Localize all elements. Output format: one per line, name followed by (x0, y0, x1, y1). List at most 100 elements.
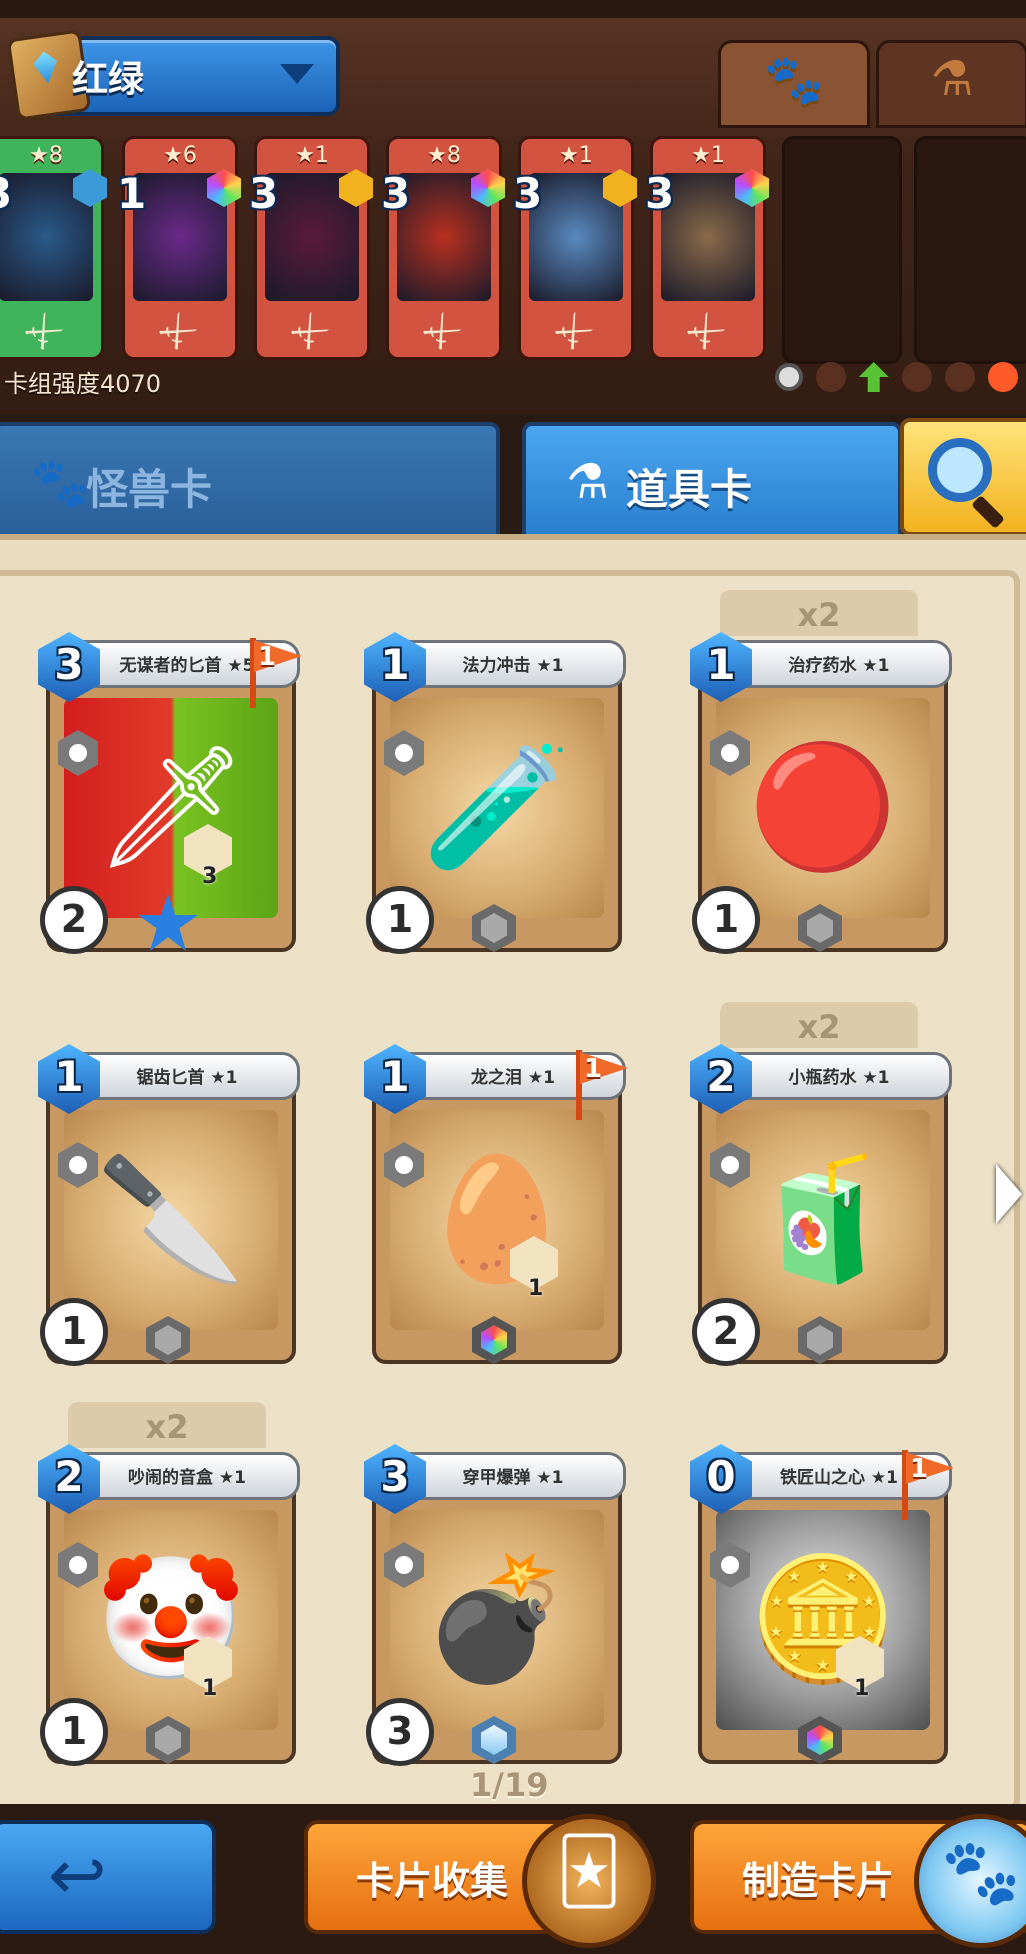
card-name: 法力冲击 ★1 (462, 656, 564, 676)
duplicate-count: x2 (797, 596, 841, 634)
card-stars: ★1 (295, 143, 329, 168)
card-art: 🔪 (64, 1110, 278, 1330)
search-button[interactable] (900, 418, 1026, 536)
fire-faction-icon (988, 362, 1018, 392)
card-cost: 0 (706, 1452, 736, 1501)
ability-value: 1 (202, 1676, 218, 1701)
tab-monster-cards[interactable]: 🐾 怪兽卡 (0, 422, 500, 540)
card-stars: ★6 (163, 143, 197, 168)
back-button[interactable]: ↩ (0, 1820, 216, 1934)
card-name-banner: 锯齿匕首 ★1 (74, 1052, 300, 1100)
bottom-bar: ↩ 卡片收集 🃏 制造卡片 🐾 (0, 1804, 1026, 1954)
beast-faction-icon (815, 362, 846, 392)
card-art: 🥚 (390, 1110, 604, 1330)
card-cost: 3 (645, 169, 675, 218)
card-cost: 3 (513, 169, 543, 218)
chevron-down-icon (280, 64, 314, 84)
tab-monster-deck[interactable]: 🐾 (718, 40, 870, 128)
item-card[interactable]: 💣 穿甲爆弹 ★1 3 3 (364, 1444, 626, 1766)
card-collection-panel: 🗡 无谋者的匕首 ★5 3 1 2 3 🧪 法力冲击 ★1 1 1 x2 🔴 治疗药水 ★1 1 1 🔪 锯齿匕… (0, 534, 1026, 1812)
card-stars: ★8 (427, 143, 461, 168)
card-stars: ★8 (29, 143, 63, 168)
deck-card[interactable]: ★8 3 ⚔ (381, 136, 505, 361)
card-stars: ★1 (559, 143, 593, 168)
item-card[interactable]: x2 🤡 吵闹的音盒 ★1 2 1 1 (38, 1402, 300, 1766)
craft-card-button[interactable]: 制造卡片 🐾 (690, 1814, 1026, 1948)
sword-icon: ⚔ (675, 303, 734, 361)
energy-badge: 2 (692, 1298, 760, 1366)
card-art: 🔴 (716, 698, 930, 918)
item-card[interactable]: x2 🧃 小瓶药水 ★1 2 2 (690, 1002, 952, 1366)
back-arrow-icon: ↩ (48, 1834, 107, 1916)
card-name-banner: 穿甲爆弹 ★1 (400, 1452, 626, 1500)
faction-icons (767, 362, 1018, 394)
card-name: 小瓶药水 ★1 (788, 1068, 890, 1088)
energy-value: 1 (386, 897, 414, 941)
green-faction-icon (858, 362, 889, 392)
item-card[interactable]: 🥚 龙之泪 ★1 1 1 1 (364, 1044, 628, 1364)
deck-card[interactable]: ★6 1 ⚔ (117, 136, 241, 361)
card-name: 穿甲爆弹 ★1 (462, 1468, 564, 1488)
energy-value: 1 (60, 1709, 88, 1753)
card-art: 🗡 (64, 698, 278, 918)
deck-selector-dropdown[interactable]: 红绿 (6, 29, 340, 121)
claw-faction-icon (901, 362, 932, 392)
deck-strength: 卡组强度4070 (4, 370, 162, 398)
card-cost: 3 (0, 169, 12, 218)
duplicate-count: x2 (797, 1008, 841, 1046)
duplicate-count: x2 (145, 1408, 189, 1446)
tab-item-deck[interactable]: ⚗ (876, 40, 1026, 128)
flag-count: 1 (584, 1054, 603, 1084)
ability-value: 3 (202, 864, 218, 889)
item-card[interactable]: 🔪 锯齿匕首 ★1 1 1 (38, 1044, 300, 1366)
empty-deck-slot[interactable] (914, 136, 1026, 364)
energy-value: 3 (386, 1709, 414, 1753)
energy-badge: 1 (40, 1298, 108, 1366)
search-icon (928, 438, 992, 502)
card-cost: 1 (380, 640, 410, 689)
flask-icon: ⚗ (930, 51, 974, 107)
deck-panel: 红绿 🐾 ⚗ ★8 3 ⚔ ★6 1 ⚔ ★1 3 ⚔ ★8 3 ⚔ ★1 3 ⚔ ★1 3 ⚔ 卡组强度4070 (0, 0, 1026, 420)
sword-icon: ⚔ (279, 303, 338, 361)
card-name: 吵闹的音盒 ★1 (128, 1468, 246, 1488)
deck-card[interactable]: ★8 3 ⚔ (0, 136, 107, 361)
flag-count: 1 (258, 642, 277, 672)
category-bar: 🐾 怪兽卡 ⚗ 道具卡 (0, 414, 1026, 540)
card-name: 锯齿匕首 ★1 (136, 1068, 238, 1088)
card-grid: 🗡 无谋者的匕首 ★5 3 1 2 3 🧪 法力冲击 ★1 1 1 x2 🔴 治疗药水 ★1 1 1 🔪 锯齿匕… (0, 570, 1020, 1812)
deck-card[interactable]: ★1 3 ⚔ (513, 136, 637, 361)
paw-jar-icon: 🐾 (914, 1814, 1026, 1948)
item-card[interactable]: 🗡 无谋者的匕首 ★5 3 1 2 3 (38, 632, 302, 954)
energy-value: 1 (712, 897, 740, 941)
card-stars: ★1 (691, 143, 725, 168)
wing-faction-icon (944, 362, 975, 392)
deck-card[interactable]: ★1 3 ⚔ (249, 136, 373, 361)
card-cost: 2 (54, 1452, 84, 1501)
deck-card-row: ★8 3 ⚔ ★6 1 ⚔ ★1 3 ⚔ ★8 3 ⚔ ★1 3 ⚔ ★1 3 ⚔ (0, 132, 1026, 364)
card-cost: 1 (54, 1052, 84, 1101)
card-name-banner: 吵闹的音盒 ★1 (74, 1452, 300, 1500)
button-label: 卡片收集 (356, 1859, 509, 1903)
card-art: 🧃 (716, 1110, 930, 1330)
energy-badge: 1 (366, 886, 434, 954)
sword-icon: ⚔ (411, 303, 470, 361)
empty-deck-slot[interactable] (782, 136, 902, 364)
tab-item-cards[interactable]: ⚗ 道具卡 (522, 422, 902, 540)
item-card[interactable]: 🧪 法力冲击 ★1 1 1 (364, 632, 626, 954)
item-card[interactable]: 🪙 铁匠山之心 ★1 0 1 1 (690, 1444, 954, 1764)
button-label: 制造卡片 (742, 1859, 895, 1903)
flag-count: 1 (910, 1454, 929, 1484)
card-art: 🤡 (64, 1510, 278, 1730)
neutral-faction-icon (774, 363, 803, 391)
energy-value: 1 (60, 1309, 88, 1353)
card-name-banner: 治疗药水 ★1 (726, 640, 952, 688)
card-collection-button[interactable]: 卡片收集 🃏 (304, 1814, 656, 1948)
next-page-arrow-icon[interactable] (996, 1164, 1022, 1224)
card-cost: 1 (380, 1052, 410, 1101)
tab-label: 道具卡 (626, 465, 753, 514)
flask-icon: ⚗ (566, 454, 610, 510)
page-indicator: 1/19 (470, 1766, 549, 1804)
item-card[interactable]: x2 🔴 治疗药水 ★1 1 1 (690, 590, 952, 954)
card-art: 🪙 (716, 1510, 930, 1730)
deck-card[interactable]: ★1 3 ⚔ (645, 136, 769, 361)
